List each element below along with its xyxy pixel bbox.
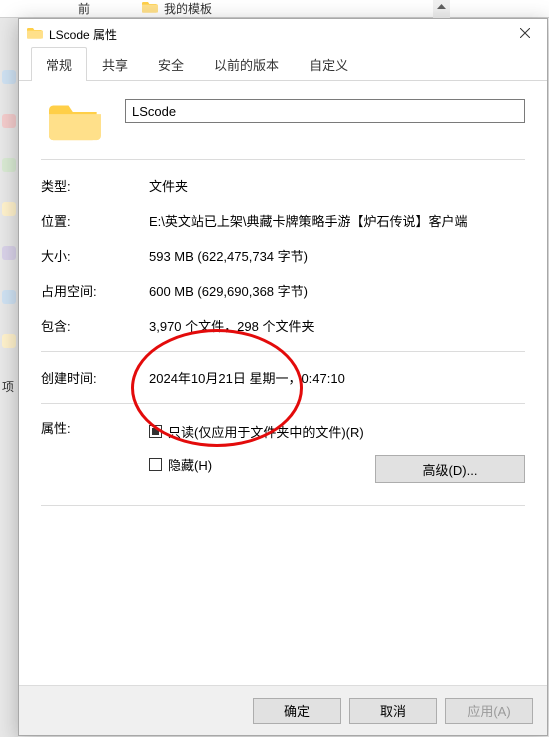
properties-dialog: LScode 属性 常规 共享 安全 以前的版本 自定义 类型: 文件夹 位置:…: [18, 18, 548, 736]
separator: [41, 351, 525, 352]
titlebar: LScode 属性: [19, 19, 547, 49]
tab-sharing[interactable]: 共享: [87, 47, 143, 80]
created-value: 2024年10月21日 星期一，0:47:10: [149, 368, 525, 387]
location-value: E:\英文站已上架\典藏卡牌策略手游【炉石传说】客户端: [149, 211, 525, 230]
close-button[interactable]: [502, 19, 547, 49]
bg-pip: [2, 158, 16, 172]
left-edge-strip: 项: [0, 0, 18, 737]
contains-value: 3,970 个文件，298 个文件夹: [149, 316, 525, 335]
checkbox-indeterminate-icon: [149, 425, 162, 438]
folder-icon: [49, 99, 101, 145]
dialog-title: LScode 属性: [49, 26, 502, 43]
folder-icon: [142, 0, 158, 14]
tabstrip: 常规 共享 安全 以前的版本 自定义: [19, 49, 547, 81]
location-label: 位置:: [41, 211, 149, 230]
size-value: 593 MB (622,475,734 字节): [149, 246, 525, 265]
checkbox-empty-icon: [149, 458, 162, 471]
tab-security[interactable]: 安全: [143, 47, 199, 80]
close-icon: [520, 27, 530, 41]
background-listview-row: 前 我的模板: [0, 0, 549, 18]
tab-customize[interactable]: 自定义: [294, 47, 363, 80]
contains-label: 包含:: [41, 316, 149, 335]
separator: [41, 403, 525, 404]
hidden-checkbox-label: 隐藏(H): [168, 455, 212, 474]
bg-pip: [2, 334, 16, 348]
attributes-label: 属性:: [41, 418, 149, 483]
size-label: 大小:: [41, 246, 149, 265]
general-panel: 类型: 文件夹 位置: E:\英文站已上架\典藏卡牌策略手游【炉石传说】客户端 …: [19, 81, 547, 685]
folder-icon: [27, 26, 43, 42]
scroll-up-icon[interactable]: [433, 0, 450, 18]
cancel-button[interactable]: 取消: [349, 698, 437, 724]
dialog-footer: 确定 取消 应用(A): [19, 685, 547, 735]
tab-previous-versions[interactable]: 以前的版本: [199, 47, 294, 80]
advanced-button[interactable]: 高级(D)...: [375, 455, 525, 483]
readonly-checkbox-row[interactable]: 只读(仅应用于文件夹中的文件)(R): [149, 422, 525, 441]
apply-button[interactable]: 应用(A): [445, 698, 533, 724]
size-on-disk-value: 600 MB (629,690,368 字节): [149, 281, 525, 300]
bg-pip: [2, 202, 16, 216]
type-value: 文件夹: [149, 176, 525, 195]
bg-pip: [2, 114, 16, 128]
bg-pip: [2, 70, 16, 84]
bg-pip: [2, 246, 16, 260]
size-on-disk-label: 占用空间:: [41, 281, 149, 300]
readonly-checkbox-label: 只读(仅应用于文件夹中的文件)(R): [168, 422, 364, 441]
bg-pip: [2, 290, 16, 304]
type-label: 类型:: [41, 176, 149, 195]
tab-general[interactable]: 常规: [31, 47, 87, 80]
ok-button[interactable]: 确定: [253, 698, 341, 724]
created-label: 创建时间:: [41, 368, 149, 387]
separator: [41, 505, 525, 506]
separator: [41, 159, 525, 160]
bg-tree-item: 我的模板: [164, 0, 212, 17]
bg-option-label: 项: [2, 378, 16, 395]
bg-prev-item: 前: [78, 0, 90, 17]
folder-name-input[interactable]: [125, 99, 525, 123]
hidden-checkbox-row[interactable]: 隐藏(H): [149, 455, 212, 474]
